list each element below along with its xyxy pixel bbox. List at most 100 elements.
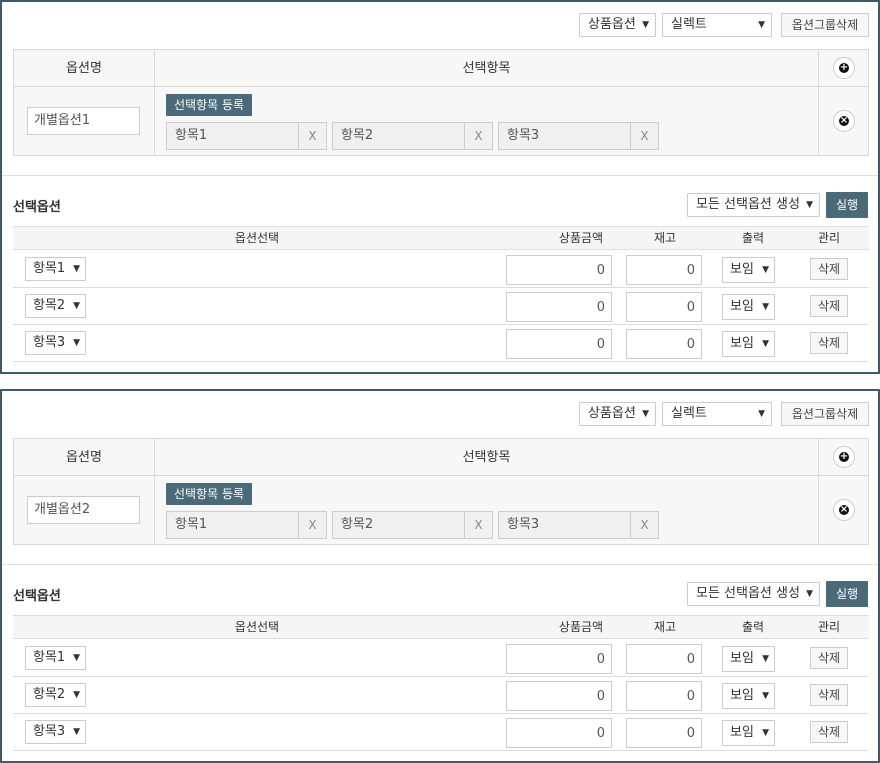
caret-down-icon: ▼ [806,200,813,210]
option-type-select[interactable]: 상품옵션 ▼ [579,402,656,426]
option-item-label: 항목2 [341,128,374,143]
remove-item-button[interactable]: X [630,123,658,149]
caret-down-icon: ▼ [73,264,80,274]
display-type-select[interactable]: 실렉트 ▼ [662,13,772,37]
variant-item-value: 항목1 [33,261,66,276]
option-item-chip: 항목3 X [498,122,659,150]
variant-row: 항목2 ▼ 0 0 보임 ▼ 삭제 [13,677,869,714]
variant-row: 항목1 ▼ 0 0 보임 ▼ 삭제 [13,640,869,677]
add-option-button[interactable]: + [833,446,855,468]
delete-row-button[interactable]: 삭제 [810,258,848,280]
option-item-chip: 항목1 X [166,511,327,539]
delete-row-button[interactable]: 삭제 [810,332,848,354]
option-definition-table: 옵션명 선택항목 + 개별옵션2 선택항목 등록 항목1 X 항목2 X 항목3… [13,438,869,545]
display-select[interactable]: 보임 ▼ [722,646,775,672]
variant-item-select[interactable]: 항목3 ▼ [25,331,86,355]
col-stock: 재고 [653,620,677,634]
variant-row: 항목3 ▼ 0 0 보임 ▼ 삭제 [13,325,869,362]
stock-input[interactable]: 0 [626,718,702,748]
option-name-input[interactable]: 개별옵션2 [27,496,140,524]
variant-item-select[interactable]: 항목2 ▼ [25,294,86,318]
option-items-header: 선택항목 [462,450,511,465]
generate-options-select[interactable]: 모든 선택옵션 생성 ▼ [687,582,820,606]
register-items-button[interactable]: 선택항목 등록 [166,483,253,505]
caret-down-icon: ▼ [762,302,769,312]
generate-options-select-value: 모든 선택옵션 생성 [696,197,800,212]
section-divider [2,564,878,565]
option-type-select-value: 상품옵션 [588,17,636,32]
caret-down-icon: ▼ [758,409,765,419]
caret-down-icon: ▼ [73,653,80,663]
display-select-value: 보임 [730,336,754,351]
remove-item-button[interactable]: X [630,512,658,538]
delete-option-group-button[interactable]: 옵션그룹삭제 [781,402,869,426]
variant-item-select[interactable]: 항목1 ▼ [25,257,86,281]
delete-row-button[interactable]: 삭제 [810,684,848,706]
generate-options-select[interactable]: 모든 선택옵션 생성 ▼ [687,193,820,217]
option-item-chip: 항목1 X [166,122,327,150]
col-stock: 재고 [653,231,677,245]
variant-item-select[interactable]: 항목3 ▼ [25,720,86,744]
stock-input[interactable]: 0 [626,644,702,674]
price-input[interactable]: 0 [506,329,612,359]
remove-item-button[interactable]: X [298,512,326,538]
add-option-button[interactable]: + [833,57,855,79]
variant-item-select[interactable]: 항목2 ▼ [25,683,86,707]
price-input[interactable]: 0 [506,292,612,322]
caret-down-icon: ▼ [762,654,769,664]
display-select[interactable]: 보임 ▼ [722,294,775,320]
display-select[interactable]: 보임 ▼ [722,331,775,357]
col-option-select: 옵션선택 [234,231,280,245]
register-items-button[interactable]: 선택항목 등록 [166,94,253,116]
option-name-input[interactable]: 개별옵션1 [27,107,140,135]
display-select-value: 보임 [730,299,754,314]
option-items-header: 선택항목 [462,61,511,76]
variant-table-header: 옵션선택 상품금액 재고 출력 관리 [13,615,869,639]
caret-down-icon: ▼ [73,301,80,311]
display-type-select[interactable]: 실렉트 ▼ [662,402,772,426]
option-type-select-value: 상품옵션 [588,406,636,421]
caret-down-icon: ▼ [806,589,813,599]
caret-down-icon: ▼ [73,727,80,737]
option-group-panel: 상품옵션 ▼ 실렉트 ▼ 옵션그룹삭제 옵션명 선택항목 + 개별옵션1 선택항… [0,0,880,374]
caret-down-icon: ▼ [762,728,769,738]
delete-row-button[interactable]: 삭제 [810,721,848,743]
caret-down-icon: ▼ [642,409,649,419]
remove-option-button[interactable]: × [833,110,855,132]
column-divider [818,439,819,544]
col-option-select: 옵션선택 [234,620,280,634]
caret-down-icon: ▼ [642,20,649,30]
variant-table-header: 옵션선택 상품금액 재고 출력 관리 [13,226,869,250]
x-circle-icon: × [839,504,849,515]
price-input[interactable]: 0 [506,718,612,748]
option-type-select[interactable]: 상품옵션 ▼ [579,13,656,37]
display-type-select-value: 실렉트 [671,406,707,421]
stock-input[interactable]: 0 [626,292,702,322]
delete-option-group-button[interactable]: 옵션그룹삭제 [781,13,869,37]
run-button[interactable]: 실행 [826,581,868,607]
display-select[interactable]: 보임 ▼ [722,257,775,283]
delete-row-button[interactable]: 삭제 [810,295,848,317]
stock-input[interactable]: 0 [626,255,702,285]
caret-down-icon: ▼ [762,691,769,701]
remove-item-button[interactable]: X [464,123,492,149]
price-input[interactable]: 0 [506,681,612,711]
display-select[interactable]: 보임 ▼ [722,683,775,709]
caret-down-icon: ▼ [73,338,80,348]
price-input[interactable]: 0 [506,255,612,285]
delete-row-button[interactable]: 삭제 [810,647,848,669]
variant-item-select[interactable]: 항목1 ▼ [25,646,86,670]
display-select-value: 보임 [730,725,754,740]
stock-input[interactable]: 0 [626,681,702,711]
remove-option-button[interactable]: × [833,499,855,521]
remove-item-button[interactable]: X [298,123,326,149]
price-input[interactable]: 0 [506,644,612,674]
stock-input[interactable]: 0 [626,329,702,359]
display-select-value: 보임 [730,262,754,277]
plus-circle-icon: + [839,62,849,73]
remove-item-button[interactable]: X [464,512,492,538]
option-item-label: 항목3 [507,517,540,532]
display-select[interactable]: 보임 ▼ [722,720,775,746]
col-manage: 관리 [817,620,841,634]
run-button[interactable]: 실행 [826,192,868,218]
